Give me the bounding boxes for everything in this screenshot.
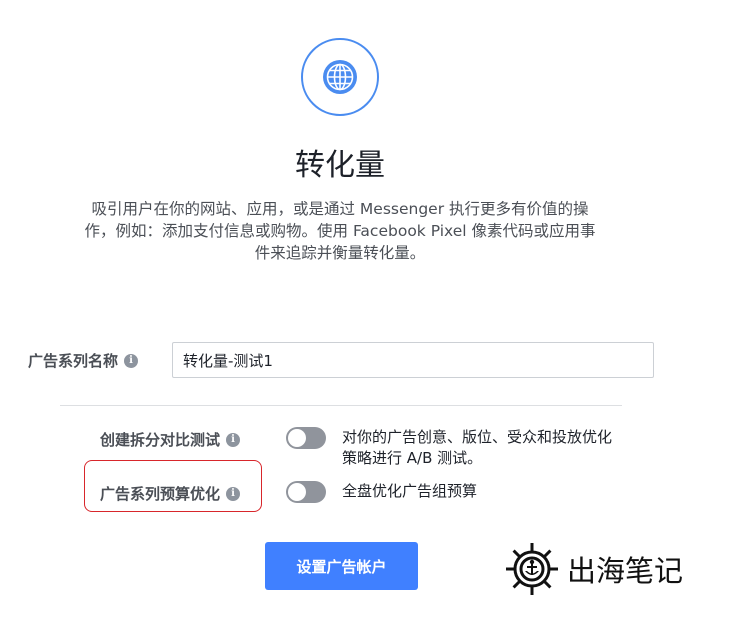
ship-wheel-icon	[506, 543, 558, 595]
info-icon[interactable]: i	[226, 486, 241, 501]
split-test-description: 对你的广告创意、版位、受众和投放优化 策略进行 A/B 测试。	[342, 427, 612, 469]
setup-ad-account-button[interactable]: 设置广告帐户	[265, 542, 418, 590]
campaign-name-label-text: 广告系列名称	[28, 352, 119, 370]
split-test-description-line: 对你的广告创意、版位、受众和投放优化	[342, 428, 613, 446]
objective-description-line: 件来追踪并衡量转化量。	[254, 244, 426, 262]
watermark-text: 出海笔记	[567, 554, 684, 588]
objective-description-line: 吸引用户在你的网站、应用，或是通过 Messenger 执行更多有价值的操	[91, 200, 589, 218]
objective-title: 转化量	[295, 148, 385, 183]
globe-icon	[323, 60, 357, 94]
toggle-knob	[288, 429, 306, 447]
toggle-knob	[288, 483, 306, 501]
watermark: 出海笔记	[503, 540, 683, 598]
budget-optimization-label-text: 广告系列预算优化	[100, 485, 221, 503]
split-test-label-text: 创建拆分对比测试	[100, 431, 221, 449]
objective-icon-circle	[301, 38, 379, 116]
divider	[60, 405, 622, 406]
objective-description: 吸引用户在你的网站、应用，或是通过 Messenger 执行更多有价值的操 作，…	[6, 198, 674, 264]
split-test-toggle[interactable]	[286, 427, 326, 449]
split-test-description-line: 策略进行 A/B 测试。	[342, 449, 483, 467]
budget-optimization-label: 广告系列预算优化 i	[100, 483, 241, 504]
info-icon[interactable]: i	[124, 353, 139, 368]
campaign-name-label: 广告系列名称 i	[28, 350, 139, 371]
info-icon[interactable]: i	[226, 432, 241, 447]
objective-description-line: 作，例如：添加支付信息或购物。使用 Facebook Pixel 像素代码或应用…	[84, 222, 596, 240]
budget-optimization-toggle[interactable]	[286, 481, 326, 503]
campaign-name-input[interactable]	[172, 342, 654, 378]
budget-optimization-description: 全盘优化广告组预算	[342, 482, 478, 500]
split-test-label: 创建拆分对比测试 i	[100, 429, 241, 450]
